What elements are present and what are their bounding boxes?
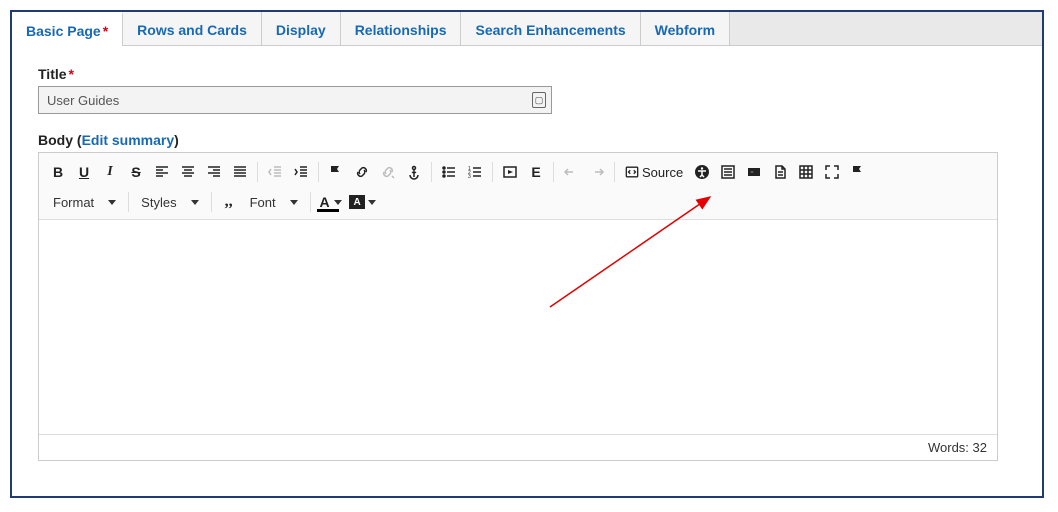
- source-button[interactable]: Source: [619, 159, 689, 185]
- blockquote-button[interactable]: ,,: [216, 189, 242, 215]
- title-label: Title*: [38, 66, 1016, 82]
- align-justify-button[interactable]: [227, 159, 253, 185]
- flag-button[interactable]: [323, 159, 349, 185]
- bold-button[interactable]: B: [45, 159, 71, 185]
- toolbar-row-1: B U I S: [45, 157, 991, 187]
- rich-text-editor: B U I S: [38, 152, 998, 461]
- chevron-down-icon: [108, 200, 116, 205]
- bullet-list-button[interactable]: [436, 159, 462, 185]
- document-button[interactable]: [767, 159, 793, 185]
- tab-panel: Title* ▢ Body (Edit summary) B U I S: [12, 46, 1042, 477]
- anchor-button[interactable]: [401, 159, 427, 185]
- tab-label: Display: [276, 22, 326, 38]
- source-label: Source: [642, 165, 683, 180]
- title-label-text: Title: [38, 66, 67, 82]
- font-dropdown[interactable]: Font: [242, 189, 306, 215]
- unlink-button[interactable]: [375, 159, 401, 185]
- styles-label: Styles: [141, 195, 176, 210]
- title-input[interactable]: [38, 86, 552, 114]
- body-label: Body (Edit summary): [38, 132, 1016, 148]
- tab-relationships[interactable]: Relationships: [341, 12, 462, 45]
- editor-toolbar: B U I S: [39, 153, 997, 220]
- indent-button[interactable]: [288, 159, 314, 185]
- title-input-wrap: ▢: [38, 86, 552, 114]
- strikethrough-button[interactable]: S: [123, 159, 149, 185]
- tab-label: Rows and Cards: [137, 22, 247, 38]
- align-right-button[interactable]: [201, 159, 227, 185]
- required-marker-icon: *: [69, 66, 74, 82]
- format-dropdown[interactable]: Format: [45, 189, 124, 215]
- editor-footer: Words: 32: [39, 434, 997, 460]
- separator-icon: [492, 162, 493, 182]
- chevron-down-icon: [290, 200, 298, 205]
- tab-label: Webform: [655, 22, 715, 38]
- page-frame: Basic Page* Rows and Cards Display Relat…: [10, 10, 1044, 498]
- tab-webform[interactable]: Webform: [641, 12, 730, 45]
- media-button[interactable]: [497, 159, 523, 185]
- body-label-text: Body: [38, 132, 73, 148]
- word-count-value: 32: [973, 440, 987, 455]
- redo-button[interactable]: [584, 159, 610, 185]
- tab-rows-and-cards[interactable]: Rows and Cards: [123, 12, 262, 45]
- bg-color-button[interactable]: A: [347, 189, 379, 215]
- outdent-button[interactable]: [262, 159, 288, 185]
- separator-icon: [211, 192, 212, 212]
- underline-button[interactable]: U: [71, 159, 97, 185]
- separator-icon: [553, 162, 554, 182]
- tabs-bar: Basic Page* Rows and Cards Display Relat…: [12, 12, 1042, 46]
- tab-display[interactable]: Display: [262, 12, 341, 45]
- chevron-down-icon: [368, 200, 376, 205]
- separator-icon: [128, 192, 129, 212]
- styles-dropdown[interactable]: Styles: [133, 189, 206, 215]
- chevron-down-icon: [334, 200, 342, 205]
- numbered-list-button[interactable]: 123: [462, 159, 488, 185]
- embed-button[interactable]: E: [523, 159, 549, 185]
- flag-end-button[interactable]: [845, 159, 871, 185]
- separator-icon: [318, 162, 319, 182]
- edit-summary-link[interactable]: Edit summary: [82, 132, 175, 148]
- tab-label: Relationships: [355, 22, 447, 38]
- separator-icon: [614, 162, 615, 182]
- svg-text:3: 3: [468, 174, 471, 180]
- separator-icon: [310, 192, 311, 212]
- accessibility-button[interactable]: [689, 159, 715, 185]
- separator-icon: [257, 162, 258, 182]
- link-button[interactable]: [349, 159, 375, 185]
- code-block-button[interactable]: [741, 159, 767, 185]
- word-count-label: Words:: [928, 440, 969, 455]
- chevron-down-icon: [191, 200, 199, 205]
- tab-basic-page[interactable]: Basic Page*: [12, 12, 123, 46]
- align-left-button[interactable]: [149, 159, 175, 185]
- text-color-glyph: A: [320, 194, 330, 210]
- italic-button[interactable]: I: [97, 159, 123, 185]
- bg-color-glyph: A: [349, 195, 365, 209]
- tab-label: Basic Page: [26, 23, 101, 39]
- maximize-button[interactable]: [819, 159, 845, 185]
- align-center-button[interactable]: [175, 159, 201, 185]
- tab-label: Search Enhancements: [475, 22, 625, 38]
- line-spacing-button[interactable]: [715, 159, 741, 185]
- font-label: Font: [250, 195, 276, 210]
- editor-content-area[interactable]: [39, 220, 997, 434]
- tab-search-enhancements[interactable]: Search Enhancements: [461, 12, 640, 45]
- format-label: Format: [53, 195, 94, 210]
- table-button[interactable]: [793, 159, 819, 185]
- text-color-button[interactable]: A: [315, 189, 347, 215]
- undo-button[interactable]: [558, 159, 584, 185]
- autofill-indicator-icon: ▢: [532, 92, 546, 108]
- toolbar-row-2: Format Styles ,, Font A: [45, 187, 991, 217]
- required-marker-icon: *: [103, 23, 108, 39]
- separator-icon: [431, 162, 432, 182]
